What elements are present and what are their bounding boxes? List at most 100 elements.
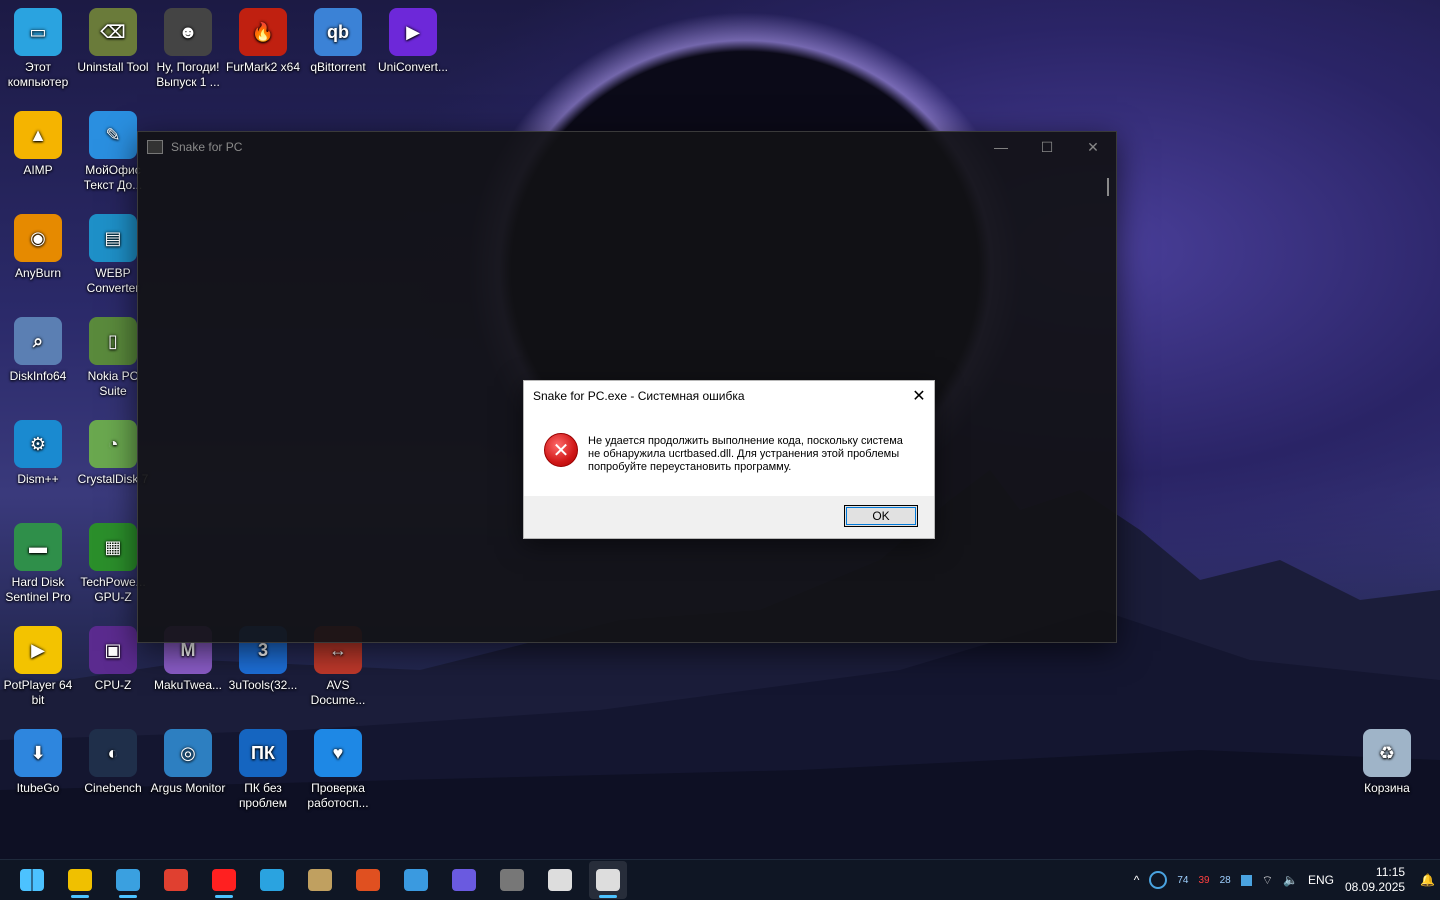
desktop-icon-label: qBittorrent xyxy=(310,60,366,74)
desktop-icon[interactable]: ☻ Ну, Погоди! Выпуск 1 ... xyxy=(150,2,226,102)
desktop-icon[interactable]: ▭ Этот компьютер xyxy=(0,2,76,102)
notepad-icon xyxy=(404,869,428,891)
desktop-icon[interactable]: qb qBittorrent xyxy=(300,2,376,102)
app-icon: ⌕ xyxy=(14,317,62,365)
snake-window-icon xyxy=(548,869,572,891)
file-explorer-icon xyxy=(68,869,92,891)
app-icon: ⚙ xyxy=(14,420,62,468)
desktop-icon[interactable]: ◉ AnyBurn xyxy=(0,208,76,308)
app-icon: ◎ xyxy=(164,729,212,777)
photos-icon xyxy=(116,869,140,891)
taskbar-notepad-icon[interactable] xyxy=(397,861,435,899)
desktop-icon-label: UniConvert... xyxy=(377,60,449,74)
close-button[interactable]: ✕ xyxy=(1070,139,1116,156)
desktop-icon-label: Этот компьютер xyxy=(7,60,69,89)
yandex-browser-icon xyxy=(212,869,236,891)
clock[interactable]: 11:15 08.09.2025 xyxy=(1345,865,1405,895)
desktop-icon-label: Hard Disk Sentinel Pro xyxy=(5,575,71,604)
app-icon: ▤ xyxy=(89,214,137,262)
system-error-dialog[interactable]: Snake for PC.exe - Системная ошибка ✕ ✕ … xyxy=(523,380,935,539)
app-icon: ▶ xyxy=(389,8,437,56)
show-hidden-icons-chevron[interactable]: ^ xyxy=(1134,873,1140,887)
desktop-icon-label: Ну, Погоди! Выпуск 1 ... xyxy=(156,60,220,89)
error-icon: ✕ xyxy=(544,433,578,467)
desktop-icon[interactable]: ▶ UniConvert... xyxy=(375,2,451,102)
app-icon: qb xyxy=(314,8,362,56)
taskbar-vivaldi-icon[interactable] xyxy=(445,861,483,899)
error-dialog-icon xyxy=(596,869,620,891)
app-icon: ПК xyxy=(239,729,287,777)
desktop-icon-label: ПК без проблем xyxy=(238,781,288,810)
dialog-titlebar[interactable]: Snake for PC.exe - Системная ошибка ✕ xyxy=(524,381,934,411)
taskbar-video-recorder-icon[interactable] xyxy=(493,861,531,899)
taskbar-start-icon[interactable] xyxy=(13,861,51,899)
taskbar: ^ 74 39 28 ⌔ 🔈 ENG 11:15 08.09.2025 🔔 xyxy=(0,859,1440,900)
taskbar-power-app-icon[interactable] xyxy=(349,861,387,899)
vivaldi-icon xyxy=(452,869,476,891)
language-indicator[interactable]: ENG xyxy=(1308,873,1334,887)
taskbar-snake-window-icon[interactable] xyxy=(541,861,579,899)
taskbar-yandex-browser-icon[interactable] xyxy=(205,861,243,899)
dialog-close-button[interactable]: ✕ xyxy=(904,386,934,406)
taskbar-telegram-icon[interactable] xyxy=(253,861,291,899)
temp-gpu[interactable]: 74 xyxy=(1177,875,1188,886)
snake-window-titlebar[interactable]: Snake for PC — ☐ ✕ xyxy=(138,132,1116,162)
desktop-icon-label: Cinebench xyxy=(84,781,142,795)
app-icon: ▯ xyxy=(89,317,137,365)
taskbar-archiver-icon[interactable] xyxy=(301,861,339,899)
dialog-footer: OK xyxy=(524,496,934,538)
ok-button[interactable]: OK xyxy=(844,505,918,527)
desktop-icon-label: 3uTools(32... xyxy=(228,678,298,692)
desktop-icon[interactable]: ◎ Argus Monitor xyxy=(150,723,226,823)
app-icon: ▭ xyxy=(14,8,62,56)
desktop-icon[interactable]: ▬ Hard Disk Sentinel Pro xyxy=(0,517,76,617)
clock-date: 08.09.2025 xyxy=(1344,880,1406,894)
desktop-icon[interactable]: ▶ PotPlayer 64 bit xyxy=(0,620,76,720)
app-icon: ⌫ xyxy=(89,8,137,56)
desktop-icon[interactable]: ♻ Корзина xyxy=(1349,723,1425,823)
app-icon: ▲ xyxy=(14,111,62,159)
desktop-icon-label: CPU-Z xyxy=(94,678,132,692)
app-icon: ⬇ xyxy=(14,729,62,777)
desktop-icon-label: AnyBurn xyxy=(14,266,62,280)
app-icon: ♻ xyxy=(1363,729,1411,777)
desktop-icon-label: FurMark2 x64 xyxy=(225,60,301,74)
minimize-button[interactable]: — xyxy=(978,139,1024,156)
temp-disk[interactable]: 28 xyxy=(1220,875,1231,886)
desktop-icon-label: DiskInfo64 xyxy=(9,369,67,383)
desktop-icon[interactable]: 🔥 FurMark2 x64 xyxy=(225,2,301,102)
desktop-icon[interactable]: ▲ AIMP xyxy=(0,105,76,205)
taskbar-chrome-icon[interactable] xyxy=(157,861,195,899)
chrome-icon xyxy=(164,869,188,891)
temp-cpu[interactable]: 39 xyxy=(1198,875,1209,886)
desktop-icon[interactable]: ⌕ DiskInfo64 xyxy=(0,311,76,411)
desktop-icon-label: Корзина xyxy=(1364,781,1410,795)
maximize-button[interactable]: ☐ xyxy=(1024,139,1070,156)
desktop-icon-label: Uninstall Tool xyxy=(77,60,149,74)
monitor-icon[interactable] xyxy=(1149,871,1168,889)
app-icon: ▶ xyxy=(14,626,62,674)
app-icon: ◉ xyxy=(14,214,62,262)
taskbar-file-explorer-icon[interactable] xyxy=(61,861,99,899)
volume-icon[interactable]: 🔈 xyxy=(1283,873,1298,887)
error-message: Не удается продолжить выполнение кода, п… xyxy=(588,435,903,473)
desktop-icon[interactable]: ◐ Cinebench xyxy=(75,723,151,823)
notifications-bell-icon[interactable]: 🔔 xyxy=(1420,873,1435,887)
taskbar-error-dialog-icon[interactable] xyxy=(589,861,627,899)
taskbar-photos-icon[interactable] xyxy=(109,861,147,899)
desktop-icon-label: PotPlayer 64 bit xyxy=(3,678,73,707)
desktop-icon[interactable]: ПК ПК без проблем xyxy=(225,723,301,823)
wifi-icon[interactable]: ⌔ xyxy=(1262,873,1273,888)
desktop-icon[interactable]: ⬇ ItubeGo xyxy=(0,723,76,823)
app-icon: ◔ xyxy=(89,420,137,468)
app-icon: ◐ xyxy=(89,729,137,777)
desktop-icon[interactable]: ⌫ Uninstall Tool xyxy=(75,2,151,102)
app-icon: ▦ xyxy=(89,523,137,571)
desktop-icon-label: Argus Monitor xyxy=(150,781,226,795)
desktop-icon[interactable]: ♥ Проверка работосп... xyxy=(300,723,376,823)
app-icon: ▣ xyxy=(89,626,137,674)
desktop-icon[interactable]: ⚙ Dism++ xyxy=(0,414,76,514)
app-icon: 🔥 xyxy=(239,8,287,56)
app-icon: ♥ xyxy=(314,729,362,777)
square-tray-icon[interactable] xyxy=(1240,874,1252,886)
